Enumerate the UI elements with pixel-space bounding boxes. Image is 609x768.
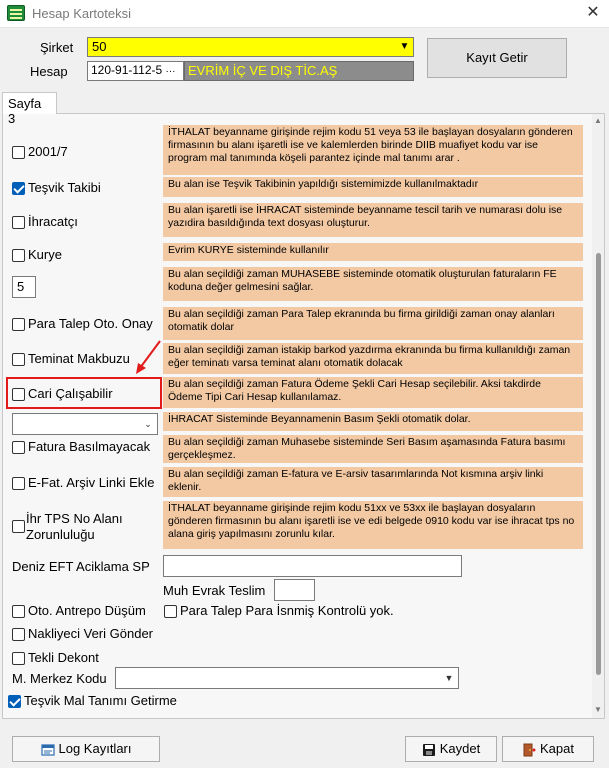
checkbox-ihr-tps-zorunlulugu[interactable] bbox=[12, 520, 25, 533]
exit-door-icon bbox=[523, 743, 536, 757]
description-ihracatci: Bu alan işaretli ise İHRACAT sisteminde … bbox=[163, 203, 583, 237]
checkbox-2001-7[interactable] bbox=[12, 146, 25, 159]
scrollbar-thumb[interactable] bbox=[596, 253, 601, 675]
label-cari-calisabilir: Cari Çalışabilir bbox=[28, 386, 113, 401]
description-tesvik-takibi: Bu alan ise Teşvik Takibinin yapıldığı s… bbox=[163, 177, 583, 197]
scroll-down-icon[interactable]: ▼ bbox=[594, 705, 602, 714]
checkbox-teminat-makbuzu[interactable] bbox=[12, 353, 25, 366]
log-icon bbox=[40, 743, 55, 756]
label-para-talep-isnmis: Para Talep Para İsnmiş Kontrolü yok. bbox=[180, 603, 394, 618]
checkbox-para-talep-oto-onay[interactable] bbox=[12, 318, 25, 331]
chevron-down-icon[interactable]: ▼ bbox=[396, 38, 413, 56]
description-2001-7: İTHALAT beyanname girişinde rejim kodu 5… bbox=[163, 125, 583, 175]
description-fatura-basilmayacak: Bu alan seçildiği zaman Muhasebe sistemi… bbox=[163, 435, 583, 463]
checkbox-nakliyeci[interactable] bbox=[12, 628, 25, 641]
description-para-talep-oto-onay: Bu alan seçildiği zaman Para Talep ekran… bbox=[163, 307, 583, 340]
label-nakliyeci: Nakliyeci Veri Gönder bbox=[28, 626, 153, 641]
checkbox-fatura-basilmayacak[interactable] bbox=[12, 441, 25, 454]
kaydet-button[interactable]: Kaydet bbox=[405, 736, 497, 762]
deniz-eft-label: Deniz EFT Aciklama SP bbox=[12, 559, 150, 574]
label-ihr-tps-line2: Zorunluluğu bbox=[26, 527, 95, 542]
kapat-label: Kapat bbox=[540, 741, 574, 756]
chevron-down-icon[interactable]: ▼ bbox=[442, 670, 456, 686]
checkbox-oto-antrepo[interactable] bbox=[12, 605, 25, 618]
label-e-fat-arsiv-linki: E-Fat. Arşiv Linki Ekle bbox=[28, 475, 155, 490]
checkbox-e-fat-arsiv-linki[interactable] bbox=[12, 477, 25, 490]
description-teminat-makbuzu: Bu alan seçildiği zaman istakip barkod y… bbox=[163, 343, 583, 374]
red-arrow-icon bbox=[136, 340, 161, 374]
m-merkez-label: M. Merkez Kodu bbox=[12, 671, 107, 686]
kaydet-label: Kaydet bbox=[439, 741, 481, 756]
checkbox-ihracatci[interactable] bbox=[12, 216, 25, 229]
description-e-fat-arsiv-linki: Bu alan seçildiği zaman E-fatura ve E-ar… bbox=[163, 467, 583, 497]
label-ihr-tps-line1: İhr TPS No Alanı bbox=[26, 511, 123, 526]
app-icon bbox=[7, 5, 25, 21]
description-basim-sekli: İHRACAT Sisteminde Beyannamenin Basım Şe… bbox=[163, 412, 583, 431]
label-teminat-makbuzu: Teminat Makbuzu bbox=[28, 351, 130, 366]
description-fe-code: Bu alan seçildiği zaman MUHASEBE sistemi… bbox=[163, 267, 583, 301]
log-kayitlari-button[interactable]: Log Kayıtları bbox=[12, 736, 160, 762]
chevron-down-icon[interactable]: ⌄ bbox=[141, 416, 155, 432]
label-ihracatci: İhracatçı bbox=[28, 214, 78, 229]
label-para-talep-oto-onay: Para Talep Oto. Onay bbox=[28, 316, 153, 331]
kayit-getir-button[interactable]: Kayıt Getir bbox=[427, 38, 567, 78]
checkbox-cari-calisabilir[interactable] bbox=[12, 388, 25, 401]
basim-sekli-combo[interactable] bbox=[12, 413, 158, 435]
tab-sayfa-3[interactable]: Sayfa 3 bbox=[2, 92, 57, 126]
checkbox-tesvik-mal-tanimi[interactable] bbox=[8, 695, 21, 708]
checkbox-tesvik-takibi[interactable] bbox=[12, 182, 25, 195]
label-tesvik-takibi: Teşvik Takibi bbox=[28, 180, 101, 195]
save-icon bbox=[422, 743, 435, 756]
label-ihr-tps-zorunlulugu: İhr TPS No Alanı Zorunluluğu bbox=[26, 511, 123, 543]
fe-code-input[interactable]: 5 bbox=[12, 276, 36, 298]
sirket-select[interactable]: 50 bbox=[87, 37, 414, 57]
log-kayitlari-label: Log Kayıtları bbox=[58, 741, 132, 756]
checkbox-tekli-dekont[interactable] bbox=[12, 652, 25, 665]
checkbox-para-talep-isnmis[interactable] bbox=[164, 605, 177, 618]
deniz-eft-input[interactable] bbox=[163, 555, 462, 577]
hesap-code-value: 120-91-112-5 bbox=[91, 63, 163, 77]
description-cari-calisabilir: Bu alan seçildiği zaman Fatura Ödeme Şek… bbox=[163, 377, 583, 408]
close-icon[interactable]: ✕ bbox=[582, 2, 604, 24]
scroll-up-icon[interactable]: ▲ bbox=[594, 116, 602, 125]
muh-evrak-input[interactable] bbox=[274, 579, 315, 601]
label-fatura-basilmayacak: Fatura Basılmayacak bbox=[28, 439, 151, 454]
description-kurye: Evrim KURYE sisteminde kullanılır bbox=[163, 243, 583, 261]
ellipsis-icon[interactable]: ··· bbox=[166, 66, 176, 77]
hesap-code-field[interactable]: 120-91-112-5 ··· bbox=[87, 61, 184, 81]
kapat-button[interactable]: Kapat bbox=[502, 736, 594, 762]
hesap-label: Hesap bbox=[30, 64, 68, 79]
label-tekli-dekont: Tekli Dekont bbox=[28, 650, 99, 665]
window-title: Hesap Kartoteksi bbox=[32, 6, 131, 21]
m-merkez-combo[interactable] bbox=[115, 667, 459, 689]
label-tesvik-mal-tanimi: Teşvik Mal Tanımı Getirme bbox=[24, 693, 177, 708]
description-ihr-tps-zorunlulugu: İTHALAT beyanname girişinde rejim kodu 5… bbox=[163, 501, 583, 549]
checkbox-kurye[interactable] bbox=[12, 249, 25, 262]
label-kurye: Kurye bbox=[28, 247, 62, 262]
label-2001-7: 2001/7 bbox=[28, 144, 68, 159]
sirket-label: Şirket bbox=[40, 40, 74, 55]
muh-evrak-label: Muh Evrak Teslim bbox=[163, 583, 266, 598]
hesap-name-field: EVRİM İÇ VE DIŞ TİC.AŞ bbox=[184, 61, 414, 81]
label-oto-antrepo: Oto. Antrepo Düşüm bbox=[28, 603, 146, 618]
